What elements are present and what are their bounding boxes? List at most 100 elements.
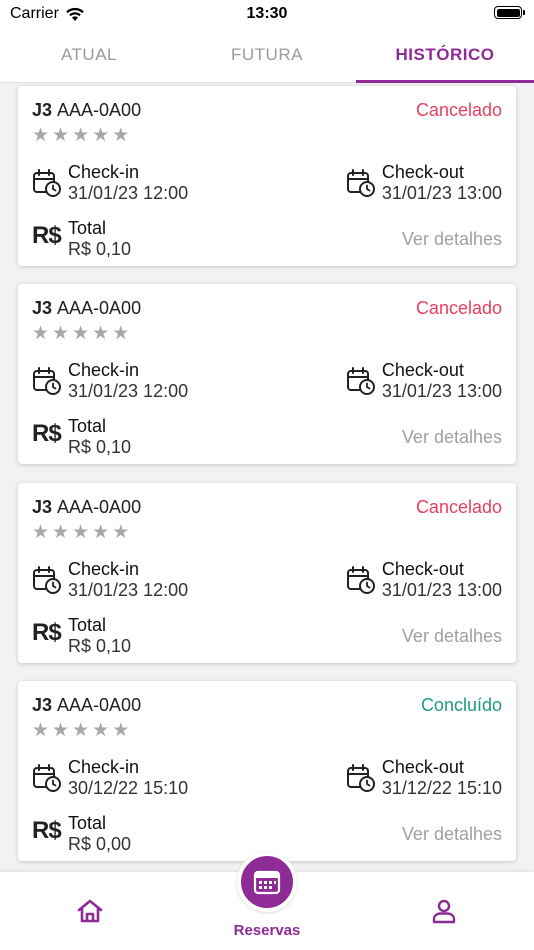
tab-label: FUTURA [231, 45, 303, 64]
reservation-list[interactable]: J3 AAA-0A00 Cancelado ★ ★ ★ ★ ★ Check-in 31/01… [0, 84, 534, 872]
vehicle-plate: AAA-0A00 [57, 695, 142, 715]
calendar-clock-icon [346, 566, 375, 594]
status-badge: Concluído [420, 695, 502, 715]
total-value: R$ 0,10 [68, 636, 132, 656]
calendar-icon [253, 870, 281, 895]
calendar-clock-icon [33, 566, 61, 594]
reservation-card[interactable]: J3 AAA-0A00 Concluído ★ ★ ★ ★ ★ Check-in 30/12… [18, 681, 516, 861]
checkin-value: 31/01/23 12:00 [68, 381, 189, 401]
star-icon[interactable]: ★ [92, 523, 109, 542]
rating-stars[interactable]: ★ ★ ★ ★ ★ [32, 324, 129, 343]
calendar-clock-icon [346, 169, 375, 197]
tab-label: HISTÓRICO [395, 45, 495, 64]
reservation-card[interactable]: J3 AAA-0A00 Cancelado ★ ★ ★ ★ ★ Check-in 31/01… [18, 86, 516, 266]
star-icon[interactable]: ★ [92, 126, 109, 145]
home-icon[interactable] [76, 898, 104, 924]
checkin-label: Check-in [68, 559, 140, 579]
checkout-label: Check-out [381, 162, 464, 182]
details-link[interactable]: Ver detalhes [402, 427, 502, 448]
status-bar: Carrier 13:30 [0, 0, 534, 28]
checkout-value: 31/12/22 15:10 [381, 778, 502, 798]
battery-icon [494, 6, 525, 19]
vehicle-code: J3 [32, 695, 53, 715]
status-badge: Cancelado [415, 298, 502, 318]
star-icon[interactable]: ★ [52, 126, 69, 145]
checkout-value: 31/01/23 13:00 [381, 183, 502, 203]
star-icon[interactable]: ★ [72, 523, 89, 542]
star-icon[interactable]: ★ [112, 523, 129, 542]
card-title: J3 AAA-0A00 [32, 695, 141, 716]
checkin-info: Check-in 31/01/23 12:00 [32, 559, 188, 601]
vehicle-code: J3 [32, 497, 53, 517]
status-badge: Cancelado [415, 497, 502, 517]
calendar-clock-icon [33, 169, 61, 197]
tab-historico[interactable]: HISTÓRICO [356, 28, 534, 83]
details-link[interactable]: Ver detalhes [402, 229, 502, 250]
vehicle-plate: AAA-0A00 [57, 100, 142, 120]
total-value: R$ 0,10 [68, 239, 132, 259]
tab-bar: ATUAL FUTURA HISTÓRICO [0, 28, 534, 83]
star-icon[interactable]: ★ [32, 721, 49, 740]
rating-stars[interactable]: ★ ★ ★ ★ ★ [32, 523, 129, 542]
star-icon[interactable]: ★ [112, 721, 129, 740]
reservas-button[interactable] [237, 852, 297, 912]
card-title: J3 AAA-0A00 [32, 298, 141, 319]
currency-icon: R$ [32, 420, 62, 447]
bottom-nav: Reservas [0, 852, 534, 950]
calendar-clock-icon [33, 367, 61, 395]
total-info: R$ Total R$ 0,10 [32, 218, 131, 260]
card-title: J3 AAA-0A00 [32, 100, 141, 121]
total-info: R$ Total R$ 0,10 [32, 416, 131, 458]
star-icon[interactable]: ★ [112, 324, 129, 343]
details-link[interactable]: Ver detalhes [402, 824, 502, 845]
vehicle-code: J3 [32, 100, 53, 120]
tab-futura[interactable]: FUTURA [178, 28, 356, 82]
status-time: 13:30 [246, 5, 288, 22]
star-icon[interactable]: ★ [92, 721, 109, 740]
checkin-info: Check-in 31/01/23 12:00 [32, 162, 188, 204]
calendar-clock-icon [346, 764, 375, 792]
checkout-value: 31/01/23 13:00 [381, 580, 502, 600]
total-info: R$ Total R$ 0,00 [32, 813, 131, 855]
star-icon[interactable]: ★ [52, 721, 69, 740]
currency-icon: R$ [32, 619, 62, 646]
details-link[interactable]: Ver detalhes [402, 626, 502, 647]
calendar-clock-icon [33, 764, 61, 792]
currency-icon: R$ [32, 222, 62, 249]
checkin-label: Check-in [68, 162, 140, 182]
reservation-card[interactable]: J3 AAA-0A00 Cancelado ★ ★ ★ ★ ★ Check-in 31/01… [18, 483, 516, 663]
checkout-info: Check-out 31/12/22 15:10 [346, 757, 502, 799]
vehicle-plate: AAA-0A00 [57, 497, 142, 517]
vehicle-code: J3 [32, 298, 53, 318]
reservas-label[interactable]: Reservas [0, 922, 534, 939]
checkin-value: 30/12/22 15:10 [68, 778, 189, 798]
status-badge: Cancelado [415, 100, 502, 120]
total-label: Total [68, 416, 107, 436]
total-info: R$ Total R$ 0,10 [32, 615, 131, 657]
person-icon[interactable] [431, 898, 457, 924]
tab-atual[interactable]: ATUAL [0, 28, 178, 82]
checkin-label: Check-in [68, 757, 140, 777]
star-icon[interactable]: ★ [52, 324, 69, 343]
star-icon[interactable]: ★ [32, 126, 49, 145]
star-icon[interactable]: ★ [52, 523, 69, 542]
star-icon[interactable]: ★ [32, 523, 49, 542]
checkout-info: Check-out 31/01/23 13:00 [346, 360, 502, 402]
star-icon[interactable]: ★ [32, 324, 49, 343]
reservation-card[interactable]: J3 AAA-0A00 Cancelado ★ ★ ★ ★ ★ Check-in 31/01… [18, 284, 516, 464]
star-icon[interactable]: ★ [112, 126, 129, 145]
rating-stars[interactable]: ★ ★ ★ ★ ★ [32, 126, 129, 145]
checkin-value: 31/01/23 12:00 [68, 580, 189, 600]
checkout-value: 31/01/23 13:00 [381, 381, 502, 401]
star-icon[interactable]: ★ [72, 126, 89, 145]
total-label: Total [68, 615, 107, 635]
star-icon[interactable]: ★ [72, 324, 89, 343]
star-icon[interactable]: ★ [72, 721, 89, 740]
calendar-clock-icon [346, 367, 375, 395]
card-title: J3 AAA-0A00 [32, 497, 141, 518]
star-icon[interactable]: ★ [92, 324, 109, 343]
checkout-label: Check-out [381, 360, 464, 380]
rating-stars[interactable]: ★ ★ ★ ★ ★ [32, 721, 129, 740]
checkout-label: Check-out [381, 757, 464, 777]
checkout-info: Check-out 31/01/23 13:00 [346, 162, 502, 204]
